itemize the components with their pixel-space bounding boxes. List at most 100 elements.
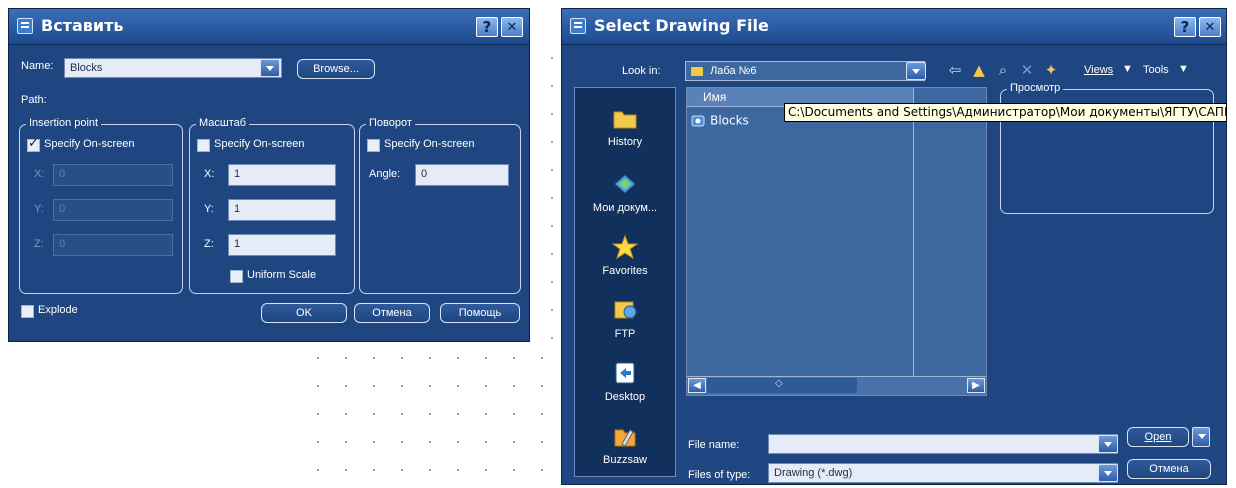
file-name-dropdown-chevron-down-icon[interactable] [1098,435,1118,453]
insert-dialog-title: Вставить [41,16,124,35]
place-label: Мои докум... [592,202,658,214]
buzzsaw-icon [614,429,636,447]
views-menu[interactable]: Views [1084,64,1113,76]
help-button[interactable]: ? [1174,17,1196,37]
files-of-type-dropdown-chevron-down-icon[interactable] [1098,464,1118,482]
cancel-button[interactable]: Отмена [1127,459,1211,479]
look-in-label: Look in: [622,65,661,77]
scale-specify-label: Specify On-screen [214,138,305,150]
rotation-group: Поворот Specify On-screen Angle: 0 [359,117,521,294]
scroll-thumb-grip-icon: ◇ [775,378,783,389]
uniform-scale-checkbox[interactable] [230,270,243,283]
horizontal-scrollbar[interactable]: ◀ ◇ ▶ [687,376,986,395]
cancel-button[interactable]: Отмена [354,303,430,323]
select-dialog-titlebar[interactable]: Select Drawing File ? ✕ [562,9,1226,45]
select-dialog-title: Select Drawing File [594,16,769,35]
insert-dialog: Вставить ? ✕ Name: Blocks Browse... Path… [8,8,530,342]
insertion-z-field[interactable]: 0 [53,234,173,256]
app-icon [17,18,33,34]
scale-z-field[interactable]: 1 [228,234,336,256]
files-of-type-combobox[interactable]: Drawing (*.dwg) [768,463,1118,483]
ok-button[interactable]: OK [261,303,347,323]
files-of-type-label: Files of type: [688,469,751,481]
open-button[interactable]: Open [1127,427,1189,447]
place-favorites[interactable]: Favorites [575,235,675,277]
views-chevron-down-icon[interactable]: ▼ [1122,63,1133,75]
look-in-dropdown-chevron-down-icon[interactable] [906,62,926,80]
list-item[interactable]: Blocks [691,110,749,129]
up-folder-icon[interactable]: ▲ [970,61,988,79]
create-folder-icon[interactable]: ✦ [1042,61,1060,79]
desktop-icon [615,362,635,384]
file-list[interactable]: Имя Blocks ◀ ◇ ▶ [686,87,987,396]
name-value: Blocks [70,62,103,74]
browse-button[interactable]: Browse... [297,59,375,79]
scale-specify-checkbox[interactable] [197,139,210,152]
insert-dialog-titlebar[interactable]: Вставить ? ✕ [9,9,529,45]
insertion-y-field[interactable]: 0 [53,199,173,221]
uniform-scale-label: Uniform Scale [247,269,317,281]
rotation-specify-checkbox[interactable] [367,139,380,152]
help-dialog-button[interactable]: Помощь [440,303,520,323]
search-web-icon[interactable]: ⌕ [994,61,1012,79]
insertion-point-title: Insertion point [26,117,102,129]
scale-group: Масштаб Specify On-screen X: 1 Y: 1 Z: 1… [189,117,355,294]
name-label: Name: [21,60,54,72]
scroll-right-icon[interactable]: ▶ [967,378,985,393]
angle-label: Angle: [369,168,401,180]
insertion-z-label: Z: [34,238,44,250]
close-button[interactable]: ✕ [1199,17,1221,37]
folder-icon [691,115,705,126]
insertion-y-label: Y: [34,203,44,215]
place-label: FTP [614,328,636,340]
place-label: History [607,136,643,148]
angle-field[interactable]: 0 [415,164,509,186]
open-options-chevron-down-icon[interactable] [1192,427,1210,447]
tools-menu[interactable]: Tools [1143,64,1169,76]
list-column-divider [913,88,914,378]
place-history[interactable]: History [575,106,675,148]
scale-title: Масштаб [196,117,250,129]
explode-label: Explode [38,304,78,316]
name-dropdown-chevron-down-icon[interactable] [260,59,280,77]
delete-icon[interactable]: ✕ [1018,61,1036,79]
scale-x-label: X: [204,168,215,180]
name-combobox[interactable]: Blocks [64,58,282,78]
place-my-documents[interactable]: Мои докум... [575,172,675,214]
folder-icon [691,66,703,76]
place-label: Favorites [602,265,648,277]
help-button[interactable]: ? [476,17,498,37]
path-label: Path: [21,94,47,106]
app-icon [570,18,586,34]
scale-x-field[interactable]: 1 [228,164,336,186]
rotation-title: Поворот [366,117,415,129]
file-name-combobox[interactable] [768,434,1118,454]
list-item-name: Blocks [710,113,749,128]
insertion-x-field[interactable]: 0 [53,164,173,186]
place-label: Desktop [604,391,646,403]
scroll-thumb[interactable]: ◇ [707,378,857,393]
explode-checkbox[interactable] [21,305,34,318]
insertion-specify-checkbox[interactable] [27,136,40,152]
back-icon[interactable]: ⇦ [946,61,964,79]
select-drawing-file-dialog: Select Drawing File ? ✕ Look in: Лаба №6… [561,8,1227,485]
place-ftp[interactable]: FTP [575,298,675,340]
my-documents-icon [614,174,636,194]
place-buzzsaw[interactable]: Buzzsaw [575,424,675,466]
look-in-combobox[interactable]: Лаба №6 [685,61,925,81]
close-button[interactable]: ✕ [501,17,523,37]
scale-y-field[interactable]: 1 [228,199,336,221]
insertion-x-label: X: [34,168,45,180]
place-label: Buzzsaw [602,454,648,466]
insertion-specify-label: Specify On-screen [44,138,135,150]
preview-title: Просмотр [1007,82,1064,94]
look-in-value: Лаба №6 [710,65,757,77]
ftp-icon [614,301,637,319]
scroll-left-icon[interactable]: ◀ [688,378,706,393]
favorites-icon [612,235,638,259]
list-header-name: Имя [703,90,727,104]
place-desktop[interactable]: Desktop [575,361,675,403]
file-name-label: File name: [688,439,740,451]
tools-chevron-down-icon[interactable]: ▼ [1178,63,1189,75]
history-icon [613,111,637,129]
